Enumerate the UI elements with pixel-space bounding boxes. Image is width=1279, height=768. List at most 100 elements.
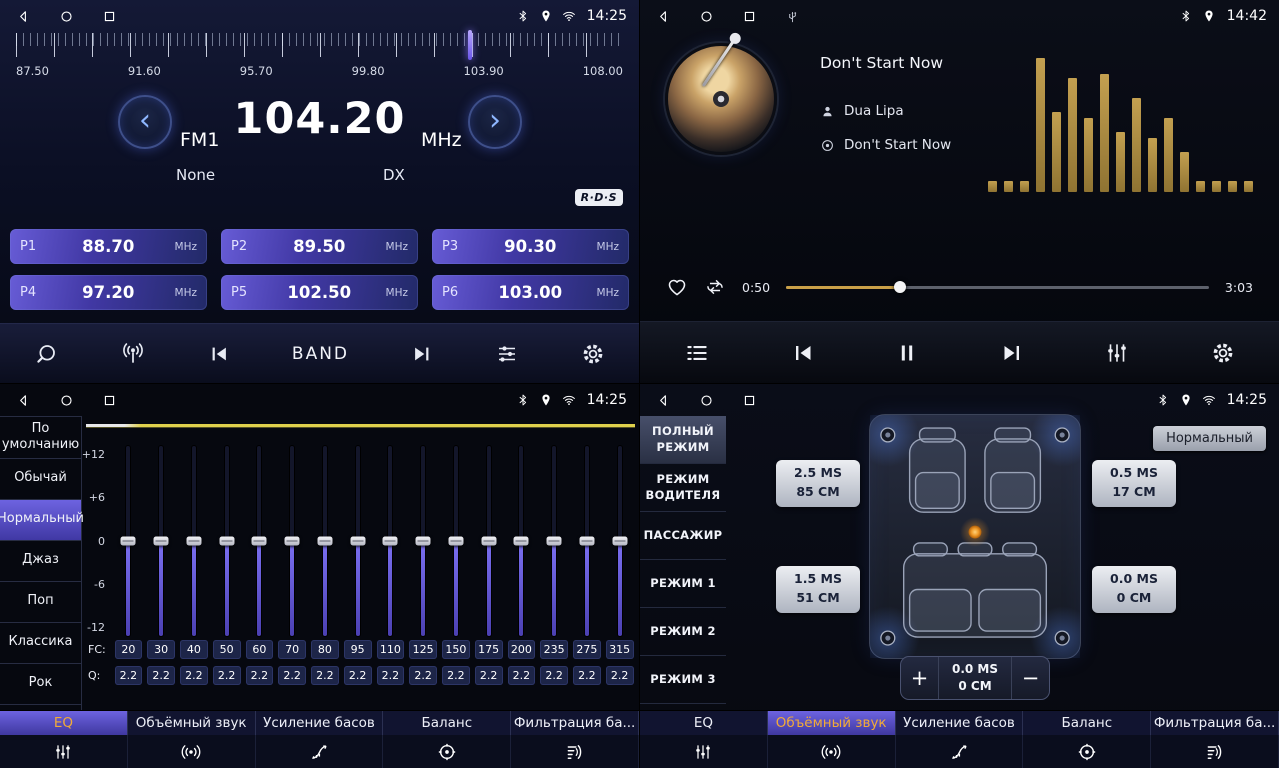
settings-gear-button[interactable] <box>1211 341 1235 365</box>
recents-button[interactable] <box>742 9 757 24</box>
tab-icon-filter[interactable] <box>1151 735 1279 768</box>
settings-gear-button[interactable] <box>581 342 605 366</box>
eq-slider-track[interactable] <box>159 446 163 636</box>
seek-next-button[interactable] <box>411 343 433 365</box>
tab-icon-eq[interactable] <box>640 735 768 768</box>
eq-slider-thumb[interactable] <box>186 537 201 546</box>
rear-right-delay[interactable]: 0.0 MS 0 CM <box>1092 566 1176 613</box>
preset-button-5[interactable]: P5 102.50 MHz <box>221 275 418 310</box>
eq-slider-thumb[interactable] <box>154 537 169 546</box>
eq-preset-classic[interactable]: Классика <box>0 623 81 664</box>
mode-driver[interactable]: РЕЖИМ ВОДИТЕЛЯ <box>640 464 726 512</box>
tab-surround[interactable]: Объёмный звук <box>128 711 256 735</box>
eq-slider-track[interactable] <box>585 446 589 636</box>
progress-slider[interactable] <box>786 280 1209 294</box>
eq-slider-thumb[interactable] <box>383 537 398 546</box>
rear-left-delay[interactable]: 1.5 MS 51 CM <box>776 566 860 613</box>
tune-up-button[interactable]: › <box>468 95 522 149</box>
eq-band-slider[interactable] <box>112 446 145 636</box>
eq-slider-track[interactable] <box>192 446 196 636</box>
tab-eq[interactable]: EQ <box>0 711 128 735</box>
eq-slider-thumb[interactable] <box>285 537 300 546</box>
eq-slider-track[interactable] <box>126 446 130 636</box>
eq-band-slider[interactable] <box>603 446 636 636</box>
mode-3[interactable]: РЕЖИМ 3 <box>640 656 726 704</box>
eq-slider-track[interactable] <box>290 446 294 636</box>
eq-slider-track[interactable] <box>487 446 491 636</box>
tab-bass-boost[interactable]: Усиление басов <box>256 711 384 735</box>
eq-slider-track[interactable] <box>552 446 556 636</box>
mode-1[interactable]: РЕЖИМ 1 <box>640 560 726 608</box>
sound-preset-badge[interactable]: Нормальный <box>1153 426 1266 451</box>
recents-button[interactable] <box>102 9 117 24</box>
mode-full[interactable]: ПОЛНЫЙ РЕЖИМ <box>640 416 726 464</box>
tab-surround[interactable]: Объёмный звук <box>768 711 896 735</box>
tab-icon-eq[interactable] <box>0 735 128 768</box>
eq-slider-thumb[interactable] <box>416 537 431 546</box>
eq-slider-thumb[interactable] <box>481 537 496 546</box>
eq-band-slider[interactable] <box>374 446 407 636</box>
audio-mixer-button[interactable] <box>1104 340 1130 366</box>
mode-2[interactable]: РЕЖИМ 2 <box>640 608 726 656</box>
eq-band-slider[interactable] <box>309 446 342 636</box>
eq-slider-track[interactable] <box>323 446 327 636</box>
eq-preset-jazz[interactable]: Джаз <box>0 541 81 582</box>
eq-slider-thumb[interactable] <box>350 537 365 546</box>
eq-slider-thumb[interactable] <box>317 537 332 546</box>
eq-band-slider[interactable] <box>505 446 538 636</box>
band-switch-button[interactable]: BAND <box>292 344 349 364</box>
tab-icon-surround[interactable] <box>768 735 896 768</box>
next-track-button[interactable] <box>1000 341 1024 365</box>
preset-button-3[interactable]: P3 90.30 MHz <box>432 229 629 264</box>
home-button[interactable] <box>59 9 74 24</box>
back-button[interactable] <box>16 9 31 24</box>
eq-band-slider[interactable] <box>145 446 178 636</box>
playlist-button[interactable] <box>684 340 710 366</box>
tab-bass-boost[interactable]: Усиление басов <box>896 711 1024 735</box>
equalizer-settings-button[interactable] <box>495 342 519 366</box>
tune-down-button[interactable]: ‹ <box>118 95 172 149</box>
tab-filter[interactable]: Фильтрация ба... <box>1151 711 1279 735</box>
tab-icon-bass[interactable] <box>256 735 384 768</box>
eq-slider-track[interactable] <box>225 446 229 636</box>
eq-preset-default[interactable]: По умолчанию <box>0 417 81 459</box>
tab-filter[interactable]: Фильтрация ба... <box>511 711 639 735</box>
eq-slider-thumb[interactable] <box>612 537 627 546</box>
front-left-delay[interactable]: 2.5 MS 85 CM <box>776 460 860 507</box>
delay-increase-button[interactable]: + <box>901 657 939 699</box>
eq-slider-thumb[interactable] <box>448 537 463 546</box>
eq-slider-thumb[interactable] <box>547 537 562 546</box>
eq-slider-track[interactable] <box>388 446 392 636</box>
seek-previous-button[interactable] <box>208 343 230 365</box>
eq-band-slider[interactable] <box>276 446 309 636</box>
eq-slider-thumb[interactable] <box>252 537 267 546</box>
eq-preset-pop[interactable]: Поп <box>0 582 81 623</box>
previous-track-button[interactable] <box>791 341 815 365</box>
tab-icon-filter[interactable] <box>511 735 639 768</box>
eq-slider-track[interactable] <box>421 446 425 636</box>
eq-slider-thumb[interactable] <box>219 537 234 546</box>
back-button[interactable] <box>16 393 31 408</box>
tab-eq[interactable]: EQ <box>640 711 768 735</box>
delay-decrease-button[interactable]: − <box>1011 657 1049 699</box>
preset-button-2[interactable]: P2 89.50 MHz <box>221 229 418 264</box>
eq-band-slider[interactable] <box>440 446 473 636</box>
tab-icon-balance[interactable] <box>1023 735 1151 768</box>
eq-band-slider[interactable] <box>472 446 505 636</box>
eq-slider-thumb[interactable] <box>121 537 136 546</box>
recents-button[interactable] <box>102 393 117 408</box>
eq-band-slider[interactable] <box>538 446 571 636</box>
broadcast-antenna-button[interactable] <box>120 341 146 367</box>
mode-passenger[interactable]: ПАССАЖИР <box>640 512 726 560</box>
eq-band-slider[interactable] <box>407 446 440 636</box>
back-button[interactable] <box>656 9 671 24</box>
favorite-heart-button[interactable] <box>666 276 688 298</box>
eq-slider-track[interactable] <box>519 446 523 636</box>
home-button[interactable] <box>699 393 714 408</box>
eq-preset-normal[interactable]: Нормальный <box>0 500 81 541</box>
eq-preset-custom[interactable]: Обычай <box>0 459 81 500</box>
tab-icon-bass[interactable] <box>896 735 1024 768</box>
home-button[interactable] <box>699 9 714 24</box>
eq-band-slider[interactable] <box>571 446 604 636</box>
preset-button-6[interactable]: P6 103.00 MHz <box>432 275 629 310</box>
